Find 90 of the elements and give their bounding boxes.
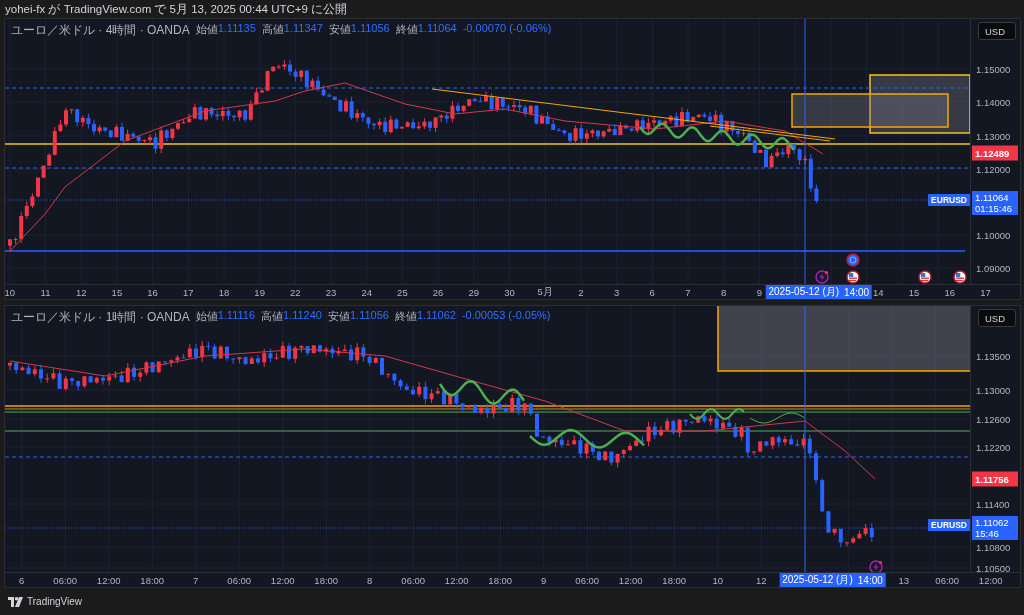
- time-tick: 3: [612, 286, 621, 298]
- time-tick: 9: [540, 574, 548, 586]
- chart-title: ユーロ／米ドル · 4時間 · OANDA: [11, 22, 190, 39]
- ohlc-value: 1.11056: [349, 309, 389, 321]
- ohlc-value: 1.11116: [217, 309, 255, 321]
- ohlc-label: 始値: [195, 309, 218, 324]
- ohlc-label: 終値: [394, 309, 417, 324]
- price-tick: 1.14000: [976, 96, 1011, 108]
- time-tick: 12:00: [443, 574, 470, 586]
- time-tick: 12: [74, 286, 88, 298]
- chart-title: ユーロ／米ドル · 1時間 · OANDA: [11, 309, 190, 326]
- time-tick: 6: [18, 574, 26, 586]
- time-tick: 30: [503, 286, 516, 298]
- time-tick: 11: [39, 286, 52, 298]
- time-tick: 18:00: [139, 574, 166, 586]
- publish-info: yohei-fx が TradingView.com で 5月 13, 2025 00:44 UTC+9 に公開: [4, 2, 349, 17]
- ohlc-label: 安値: [328, 22, 351, 37]
- price-tick: 1.13000: [976, 130, 1011, 142]
- time-tick: 24: [360, 286, 373, 298]
- price-tick: 1.15000: [976, 63, 1011, 75]
- price-tick: 1.10500: [976, 562, 1011, 574]
- time-tick: 18:00: [661, 574, 688, 586]
- ohlc-label: 終値: [395, 22, 418, 37]
- ohlc-label: 高値: [261, 22, 284, 37]
- time-tick: 18: [217, 286, 231, 298]
- price-tick: 1.12000: [976, 163, 1011, 175]
- last-price-label: 1.11064 01:15:46: [972, 191, 1018, 215]
- time-tick: 06:00: [400, 574, 427, 586]
- time-tick: 18:00: [487, 574, 514, 586]
- time-tick: 17: [979, 286, 992, 298]
- time-tick: 06:00: [574, 574, 601, 586]
- currency-button[interactable]: USD: [978, 309, 1016, 327]
- time-tick: 6: [648, 286, 656, 298]
- price-tick: 1.13000: [976, 384, 1011, 396]
- time-tick: 16: [146, 286, 159, 298]
- time-tick: 2: [577, 286, 585, 298]
- time-tick: 5月: [536, 285, 554, 299]
- crosshair-time-label: 2025-05-12 (月) 14:00: [765, 285, 873, 299]
- price-tick: 1.11400: [976, 498, 1010, 510]
- time-tick: 29: [467, 286, 481, 298]
- price-level-label: 1.11756: [972, 471, 1018, 487]
- time-tick: 10: [5, 286, 17, 298]
- time-tick: 06:00: [934, 574, 961, 586]
- time-tick: 15: [907, 286, 921, 298]
- time-tick: 06:00: [52, 574, 79, 586]
- price-change: -0.00070 (-0.06%): [462, 22, 552, 36]
- crosshair-time-label: 2025-05-12 (月) 14:00: [779, 573, 886, 587]
- price-tick: 1.10800: [976, 541, 1011, 553]
- time-tick: 10: [711, 574, 725, 586]
- time-tick: 16: [943, 286, 956, 298]
- time-tick: 13: [897, 574, 911, 586]
- price-tick: 1.09000: [976, 262, 1011, 274]
- ohlc-value: 1.11347: [283, 22, 323, 34]
- time-tick: 8: [719, 286, 728, 298]
- time-tick: 12:00: [95, 574, 122, 586]
- price-level-label: 1.12489: [972, 145, 1018, 161]
- time-tick: 15: [110, 286, 124, 298]
- time-tick: 26: [431, 286, 445, 298]
- time-tick: 25: [396, 286, 409, 298]
- price-tick: 1.12600: [976, 413, 1011, 425]
- time-tick: 17: [182, 286, 195, 298]
- currency-button[interactable]: USD: [978, 22, 1016, 40]
- time-tick: 12: [754, 574, 768, 586]
- time-tick: 7: [192, 574, 200, 586]
- time-tick: 23: [324, 286, 338, 298]
- ohlc-label: 安値: [327, 309, 350, 324]
- brand-name: TradingView: [27, 596, 83, 607]
- time-tick: 06:00: [226, 574, 253, 586]
- symbol-badge: EURUSD: [928, 519, 970, 531]
- ohlc-label: 始値: [195, 22, 218, 37]
- time-tick: 7: [684, 286, 692, 298]
- time-tick: 18:00: [313, 574, 340, 586]
- price-tick: 1.10000: [976, 229, 1011, 241]
- ohlc-label: 高値: [261, 309, 283, 324]
- time-tick: 12:00: [269, 574, 296, 586]
- price-tick: 1.13500: [976, 350, 1011, 362]
- last-price-label: 1.11062 15:46: [972, 516, 1018, 540]
- ohlc-value: 1.11240: [283, 309, 322, 321]
- time-tick: 22: [289, 286, 302, 298]
- ohlc-value: 1.11135: [217, 22, 256, 34]
- ohlc-value: 1.11064: [417, 22, 457, 34]
- symbol-badge: EURUSD: [928, 194, 970, 206]
- ohlc-value: 1.11056: [350, 22, 390, 34]
- ohlc-value: 1.11062: [416, 309, 456, 321]
- time-tick: 8: [366, 574, 374, 586]
- time-tick: 19: [253, 286, 266, 298]
- time-tick: 12:00: [977, 574, 1004, 586]
- price-tick: 1.12200: [976, 441, 1011, 453]
- price-change: -0.00053 (-0.05%): [461, 309, 551, 323]
- time-tick: 12:00: [617, 574, 644, 586]
